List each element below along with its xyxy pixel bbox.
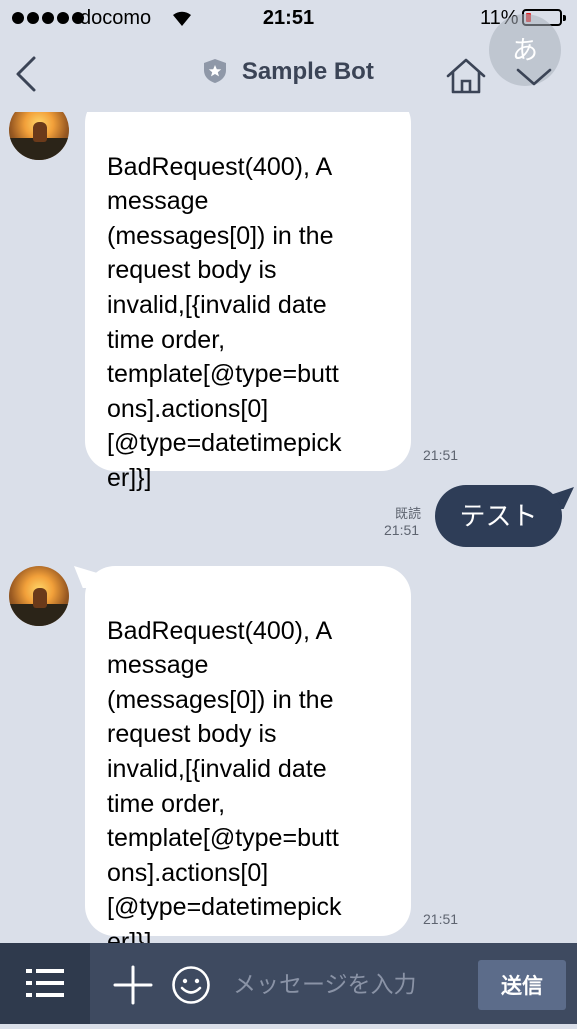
message-text: BadRequest(400), A message (messages[0])… — [107, 152, 342, 492]
plus-icon — [113, 965, 153, 1005]
message-time: 21:51 — [384, 522, 420, 538]
sticker-button[interactable] — [171, 965, 211, 1010]
chevron-down-icon — [516, 68, 552, 86]
input-bar: 送信 — [0, 943, 577, 1024]
chat-title-text: Sample Bot — [241, 58, 374, 85]
add-attachment-button[interactable] — [113, 965, 153, 1010]
home-button[interactable] — [444, 56, 488, 101]
bot-avatar[interactable] — [9, 566, 69, 626]
list-icon — [26, 969, 64, 997]
smiley-icon — [172, 966, 210, 1004]
chat-header: docomo 21:51 11% あ Sample Bot — [0, 0, 577, 112]
bot-message-bubble[interactable]: BadRequest(400), A message (messages[0])… — [85, 93, 411, 492]
status-bar: docomo 21:51 11% — [0, 0, 577, 38]
shield-star-icon — [203, 58, 227, 91]
message-time: 21:51 — [423, 911, 459, 927]
message-input[interactable] — [233, 967, 463, 1001]
message-text: BadRequest(400), A message (messages[0])… — [107, 616, 342, 956]
bot-message-bubble[interactable]: BadRequest(400), A message (messages[0])… — [85, 566, 411, 956]
message-time: 21:51 — [423, 447, 459, 463]
menu-button[interactable] — [0, 943, 90, 1024]
home-icon — [446, 58, 486, 94]
send-button[interactable]: 送信 — [478, 960, 566, 1010]
read-receipt: 既読 — [395, 506, 422, 521]
menu-toggle-button[interactable] — [514, 64, 554, 95]
my-message-bubble[interactable]: テスト — [435, 485, 562, 547]
chat-title: Sample Bot — [0, 58, 577, 91]
